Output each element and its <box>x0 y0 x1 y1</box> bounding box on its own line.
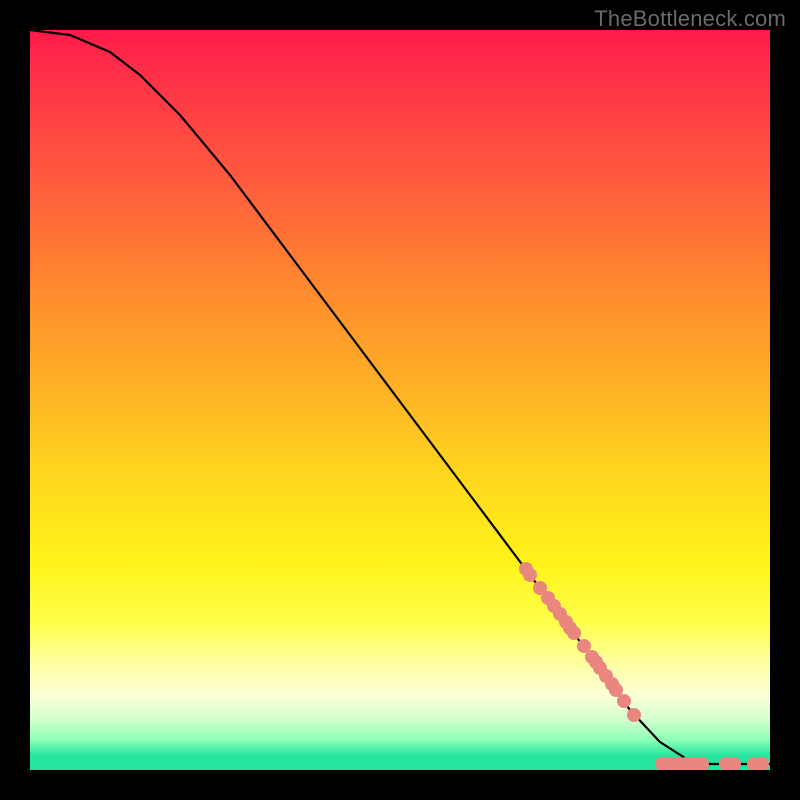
curve-line <box>30 30 770 764</box>
plot-area <box>30 30 770 770</box>
curve-point-1 <box>523 568 537 582</box>
curve-point-8 <box>567 626 581 640</box>
chart-overlay <box>30 30 770 770</box>
scatter-on-curve <box>519 562 641 722</box>
chart-frame: TheBottleneck.com <box>0 0 800 800</box>
curve-point-16 <box>617 694 631 708</box>
curve-point-17 <box>627 708 641 722</box>
watermark-text: TheBottleneck.com <box>594 6 786 32</box>
